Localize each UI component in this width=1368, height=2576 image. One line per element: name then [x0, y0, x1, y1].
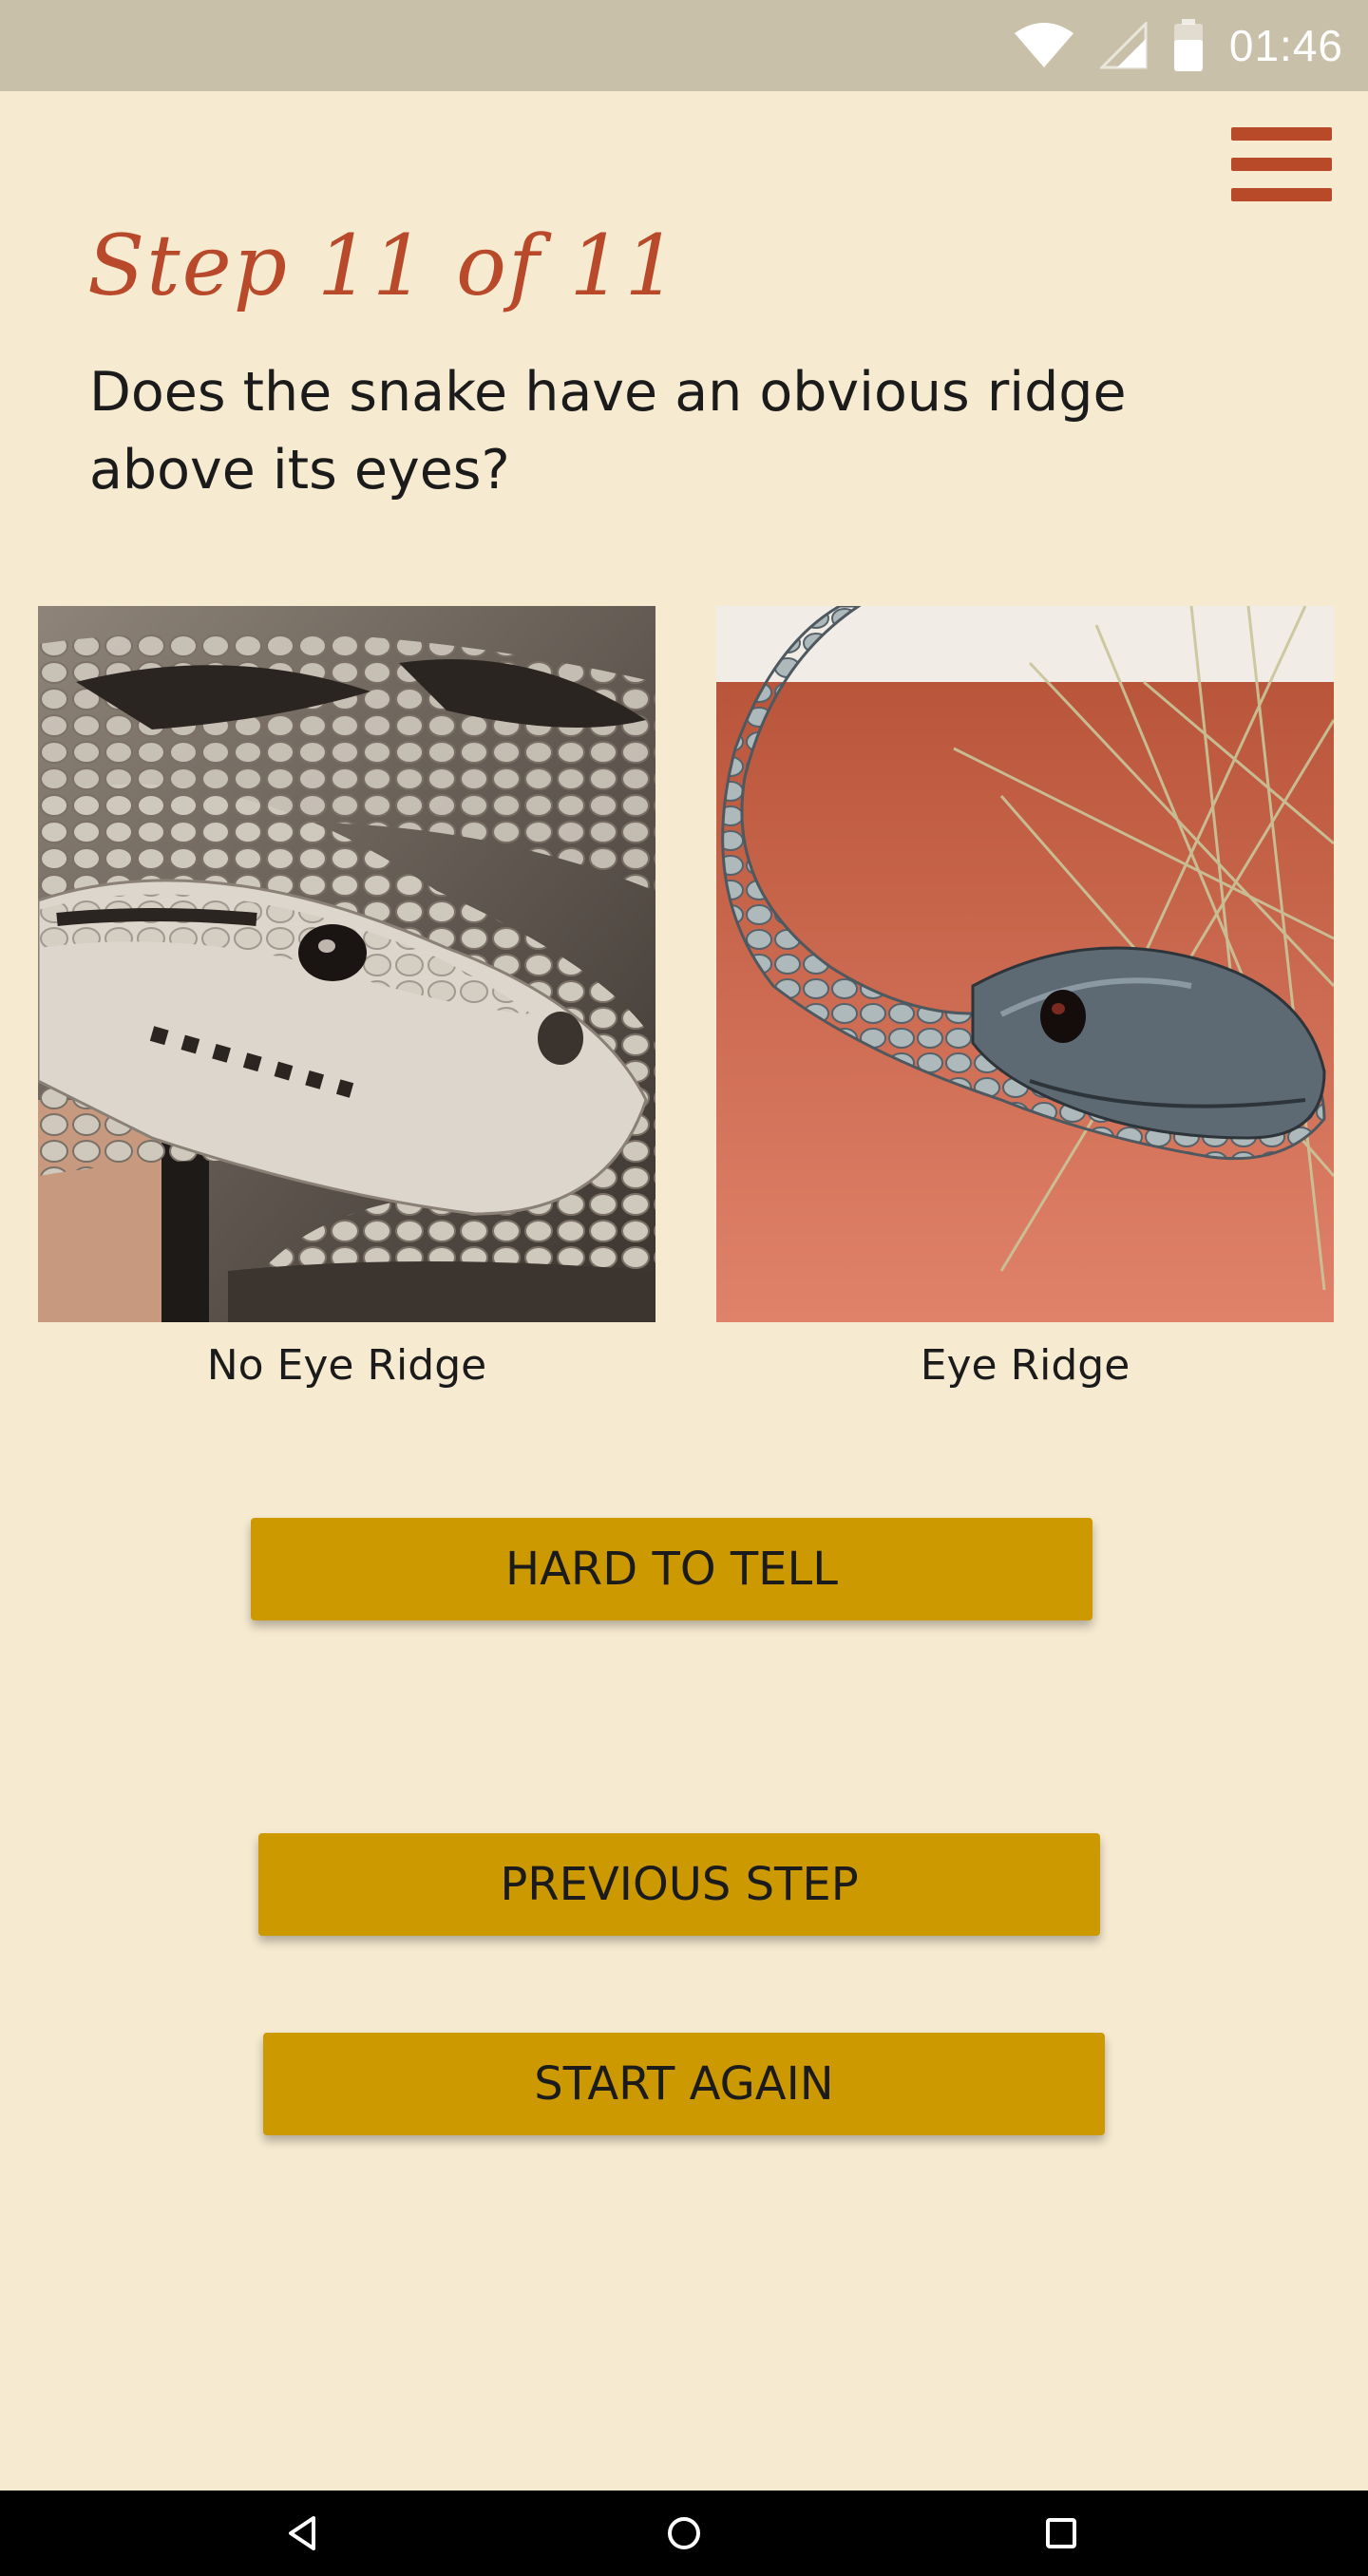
- choice-eye-ridge[interactable]: Eye Ridge: [716, 606, 1334, 1394]
- menu-bar: [1231, 188, 1332, 201]
- wifi-icon: [1013, 22, 1075, 69]
- menu-bar: [1231, 158, 1332, 171]
- step-title: Step 11 of 11: [87, 217, 680, 314]
- cell-signal-icon: [1099, 22, 1148, 69]
- status-time: 01:46: [1228, 21, 1343, 70]
- choice-label: No Eye Ridge: [206, 1341, 487, 1390]
- choice-no-eye-ridge[interactable]: No Eye Ridge: [38, 606, 656, 1394]
- status-bar: 01:46: [0, 0, 1368, 91]
- hard-to-tell-button[interactable]: HARD TO TELL: [251, 1518, 1092, 1620]
- status-icons: 01:46: [1013, 0, 1343, 91]
- back-icon[interactable]: [245, 2491, 359, 2576]
- black-snake-photo[interactable]: [716, 606, 1334, 1322]
- recents-icon[interactable]: [1004, 2491, 1118, 2576]
- battery-icon: [1172, 19, 1205, 72]
- nav-bar: [0, 2491, 1368, 2576]
- menu-bar: [1231, 127, 1332, 141]
- start-again-button[interactable]: START AGAIN: [263, 2033, 1105, 2135]
- step-question: Does the snake have an obvious ridge abo…: [89, 361, 1127, 502]
- choice-label: Eye Ridge: [920, 1341, 1130, 1390]
- python-snake-photo[interactable]: [38, 606, 656, 1322]
- hamburger-menu-icon[interactable]: [1231, 127, 1332, 201]
- previous-step-button[interactable]: PREVIOUS STEP: [258, 1833, 1100, 1936]
- home-icon[interactable]: [627, 2491, 741, 2576]
